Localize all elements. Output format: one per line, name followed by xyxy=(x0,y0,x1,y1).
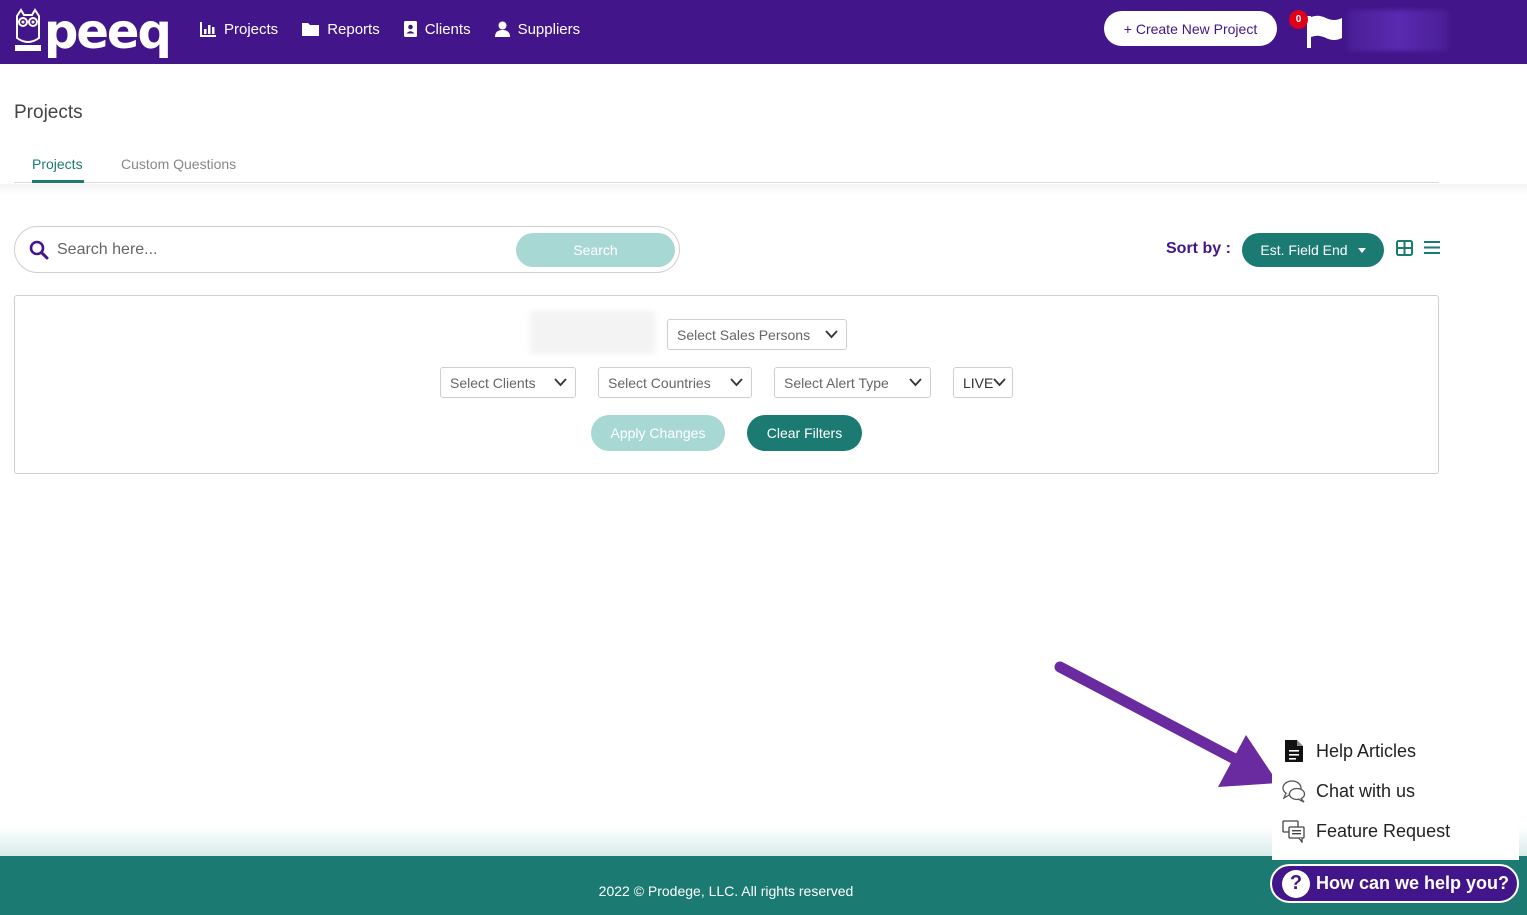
apply-changes-button[interactable]: Apply Changes xyxy=(591,415,725,451)
sales-persons-select[interactable]: Select Sales Persons xyxy=(667,319,847,350)
logo-text: peeq xyxy=(44,4,172,60)
page-title: Projects xyxy=(14,102,83,123)
help-button-label: How can we help you? xyxy=(1316,873,1510,893)
list-view-icon[interactable] xyxy=(1424,240,1440,260)
nav-reports-label: Reports xyxy=(327,20,380,38)
user-menu[interactable] xyxy=(1348,10,1448,51)
annotation-arrow-icon xyxy=(1054,661,1278,787)
main-nav: Projects Reports Clients Suppliers xyxy=(200,18,604,40)
notification-badge: 0 xyxy=(1289,10,1308,29)
sales-persons-select-label: Select Sales Persons xyxy=(677,326,811,343)
chevron-down-icon xyxy=(825,330,838,339)
clients-select-label: Select Clients xyxy=(450,374,536,391)
sort-value: Est. Field End xyxy=(1260,242,1348,258)
alert-type-select-label: Select Alert Type xyxy=(784,374,889,391)
footer-copyright: 2022 © Prodege, LLC. All rights reserved xyxy=(598,883,854,899)
feature-request-icon xyxy=(1282,819,1306,843)
document-icon xyxy=(1282,739,1306,763)
peeq-logo[interactable]: peeq xyxy=(14,4,172,60)
help-articles-label: Help Articles xyxy=(1316,740,1417,761)
search-bar: Search xyxy=(14,226,680,273)
feature-request-item[interactable]: Feature Request xyxy=(1282,819,1450,843)
divider-shadow xyxy=(0,184,1527,196)
chat-bubbles-icon xyxy=(1282,779,1306,803)
chevron-down-icon xyxy=(909,378,922,387)
search-icon xyxy=(29,240,49,265)
bar-chart-icon xyxy=(200,21,216,37)
alert-type-select[interactable]: Select Alert Type xyxy=(774,367,931,398)
clear-filters-button[interactable]: Clear Filters xyxy=(747,415,862,451)
create-new-project-button[interactable]: + Create New Project xyxy=(1104,11,1277,46)
grid-view-icon[interactable] xyxy=(1396,240,1413,261)
active-tab-indicator xyxy=(32,180,84,183)
tab-custom-questions[interactable]: Custom Questions xyxy=(121,156,236,172)
contact-card-icon xyxy=(403,21,417,37)
question-icon: ? xyxy=(1282,869,1310,898)
tab-projects[interactable]: Projects xyxy=(32,156,83,172)
nav-clients-label: Clients xyxy=(424,20,471,38)
folder-icon xyxy=(302,23,320,36)
status-select-label: LIVE xyxy=(963,374,994,391)
help-articles-item[interactable]: Help Articles xyxy=(1282,739,1416,763)
nav-projects[interactable]: Projects xyxy=(200,18,278,40)
caret-down-icon xyxy=(1357,247,1366,253)
chevron-down-icon xyxy=(730,378,743,387)
tab-bar: Projects Custom Questions xyxy=(14,148,1439,183)
countries-select-label: Select Countries xyxy=(608,374,711,391)
flag-icon[interactable] xyxy=(1304,12,1344,52)
chevron-down-icon xyxy=(993,378,1006,387)
help-button[interactable]: ? How can we help you? xyxy=(1270,864,1519,903)
nav-reports[interactable]: Reports xyxy=(302,18,380,40)
chat-with-us-item[interactable]: Chat with us xyxy=(1282,779,1415,803)
top-nav-bar: peeq Projects Reports Clients Suppliers … xyxy=(0,0,1527,64)
countries-select[interactable]: Select Countries xyxy=(598,367,752,398)
nav-clients[interactable]: Clients xyxy=(403,18,471,40)
sort-label: Sort by : xyxy=(1166,240,1231,257)
user-icon xyxy=(494,21,510,37)
clients-select[interactable]: Select Clients xyxy=(440,367,576,398)
chat-with-us-label: Chat with us xyxy=(1316,780,1416,801)
sort-dropdown[interactable]: Est. Field End xyxy=(1242,233,1384,267)
redacted-filter xyxy=(530,311,655,354)
chevron-down-icon xyxy=(554,378,567,387)
status-select[interactable]: LIVE xyxy=(953,367,1013,398)
nav-projects-label: Projects xyxy=(224,20,279,38)
nav-suppliers[interactable]: Suppliers xyxy=(494,18,581,40)
owl-logo-icon xyxy=(14,8,42,52)
feature-request-label: Feature Request xyxy=(1316,820,1451,841)
nav-suppliers-label: Suppliers xyxy=(517,20,581,38)
search-button[interactable]: Search xyxy=(516,233,675,267)
search-input[interactable] xyxy=(57,235,507,265)
